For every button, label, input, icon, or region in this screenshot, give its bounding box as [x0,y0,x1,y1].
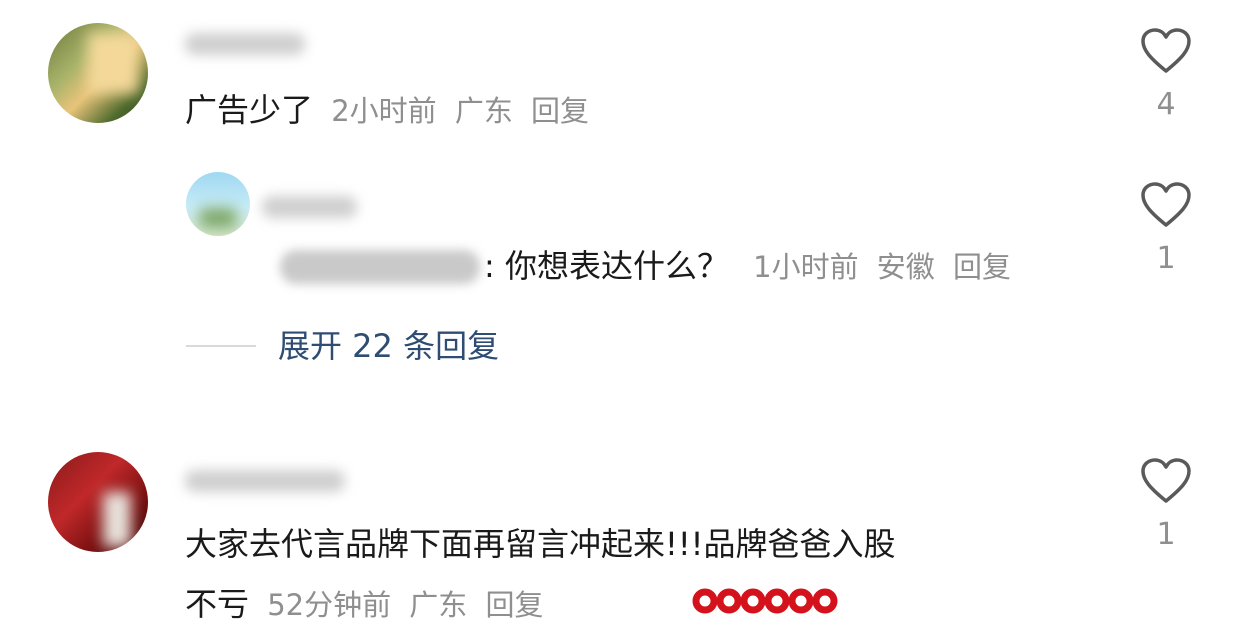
avatar[interactable] [186,172,250,236]
username[interactable] [185,33,305,55]
expand-replies-button[interactable]: 展开 22 条回复 [278,326,499,366]
like-button[interactable]: 1 [1136,182,1196,276]
avatar[interactable] [48,23,148,123]
comment-time: 1小时前 [753,250,859,284]
reply-button[interactable]: 回复 [485,588,543,622]
like-button[interactable]: 4 [1136,28,1196,122]
comment-text: 大家去代言品牌下面再留言冲起来!!!品牌爸爸入股 [185,525,896,563]
comment-text-continued: 不亏 52分钟前 广东 回复 [185,585,544,623]
like-count: 4 [1156,87,1176,122]
comment-location: 广东 [409,588,468,622]
like-button[interactable]: 1 [1136,458,1196,552]
comment-time: 52分钟前 [267,588,392,622]
reply-button[interactable]: 回复 [531,94,589,128]
comment-location: 安徽 [876,250,935,284]
username[interactable] [185,470,345,492]
reply-button[interactable]: 回复 [953,250,1011,284]
red-rings-sticker [692,588,838,614]
reply-target-username[interactable] [280,250,480,284]
heart-outline-icon [1141,28,1191,73]
comment-time: 2小时前 [331,94,437,128]
comment-location: 广东 [454,94,513,128]
comment-text: 广告少了 2小时前 广东 回复 [185,91,590,129]
reply-text: : 你想表达什么？ 1小时前 安徽 回复 [484,247,1011,285]
like-count: 1 [1156,241,1176,276]
like-count: 1 [1156,517,1176,552]
divider [186,345,256,347]
heart-outline-icon [1141,458,1191,503]
avatar[interactable] [48,452,148,552]
heart-outline-icon [1141,182,1191,227]
username[interactable] [262,196,357,218]
